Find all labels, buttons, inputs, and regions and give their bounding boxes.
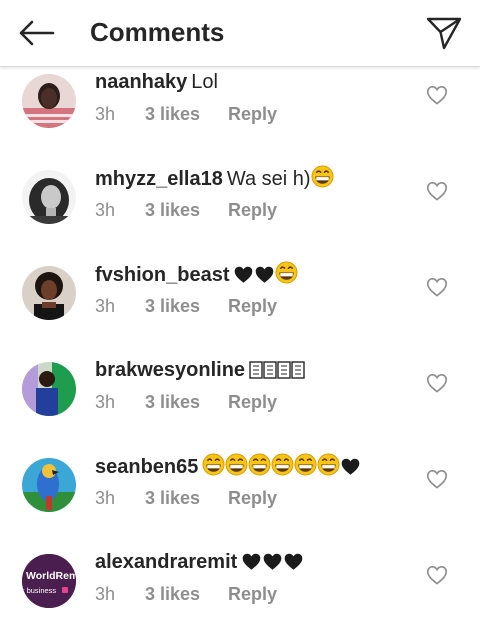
comment-item: fvshion_beast 3h 3 likes Reply: [0, 254, 480, 350]
comment-time: 3h: [95, 296, 116, 316]
like-heart-icon[interactable]: [426, 373, 448, 393]
avatar[interactable]: WorldRem r business: [22, 554, 76, 608]
comment-time: 3h: [95, 584, 116, 604]
comment-text: Lol: [191, 71, 218, 93]
page-title: Comments: [90, 17, 225, 47]
comment-time: 3h: [95, 488, 116, 508]
grin-emoji: [271, 453, 294, 483]
comment-line: mhyzz_ella18 Wa sei h): [95, 165, 334, 195]
paper-plane-icon: [426, 17, 462, 50]
comment-time: 3h: [95, 104, 116, 124]
missing-glyph: [277, 360, 291, 386]
grin-emoji: [311, 165, 334, 195]
arrow-left-icon: [19, 20, 55, 46]
comment-line: naanhaky Lol: [95, 69, 218, 95]
missing-glyph: [249, 360, 263, 386]
comment-line: seanben65: [95, 453, 361, 483]
avatar[interactable]: [22, 266, 76, 320]
avatar[interactable]: [22, 74, 76, 128]
reply-button[interactable]: Reply: [228, 103, 277, 125]
grin-emoji: [248, 453, 271, 483]
comment-item: brakwesyonline 3h 3 likes Reply: [0, 350, 480, 446]
back-button[interactable]: [12, 12, 60, 54]
avatar[interactable]: [22, 170, 76, 224]
missing-glyph: [263, 360, 277, 386]
comment-meta: 3h 3 likes Reply: [95, 103, 277, 125]
likes-count[interactable]: 3 likes: [145, 199, 228, 221]
worldremit-logo: WorldRem r business: [22, 554, 76, 608]
comment-item: seanben65 3h 3 likes Reply: [0, 446, 480, 542]
comment-item: WorldRem r business alexandraremit 3h 3 l…: [0, 542, 480, 638]
comment-list[interactable]: naanhaky Lol 3h 3 likes Reply mhyzz_ella18 W…: [0, 67, 480, 641]
username-link[interactable]: alexandraremit: [95, 551, 237, 573]
black-heart-emoji: [283, 552, 304, 578]
username-link[interactable]: naanhaky: [95, 71, 187, 93]
reply-button[interactable]: Reply: [228, 583, 277, 605]
comment-line: fvshion_beast: [95, 261, 299, 291]
comment-time: 3h: [95, 200, 116, 220]
like-heart-icon[interactable]: [426, 277, 448, 297]
reply-button[interactable]: Reply: [228, 295, 277, 317]
likes-count[interactable]: 3 likes: [145, 583, 228, 605]
top-bar: Comments: [0, 0, 480, 67]
avatar[interactable]: [22, 362, 76, 416]
comment-meta: 3h 3 likes Reply: [95, 583, 277, 605]
comment-text: Wa sei h): [226, 168, 311, 190]
black-heart-emoji: [241, 552, 262, 578]
missing-glyph: [291, 360, 305, 386]
username-link[interactable]: mhyzz_ella18: [95, 168, 223, 190]
like-heart-icon[interactable]: [426, 181, 448, 201]
like-heart-icon[interactable]: [426, 565, 448, 585]
comment-item: mhyzz_ella18 Wa sei h) 3h 3 likes Reply: [0, 158, 480, 254]
likes-count[interactable]: 3 likes: [145, 487, 228, 509]
grin-emoji: [225, 453, 248, 483]
comment-meta: 3h 3 likes Reply: [95, 295, 277, 317]
black-heart-emoji: [254, 265, 275, 291]
like-heart-icon[interactable]: [426, 469, 448, 489]
likes-count[interactable]: 3 likes: [145, 391, 228, 413]
comment-line: alexandraremit: [95, 549, 304, 578]
comment-meta: 3h 3 likes Reply: [95, 199, 277, 221]
likes-count[interactable]: 3 likes: [145, 103, 228, 125]
grin-emoji: [294, 453, 317, 483]
comment-meta: 3h 3 likes Reply: [95, 487, 277, 509]
share-button[interactable]: [422, 11, 466, 55]
grin-emoji: [317, 453, 340, 483]
comment-time: 3h: [95, 392, 116, 412]
svg-text:WorldRem: WorldRem: [26, 570, 76, 582]
comment-meta: 3h 3 likes Reply: [95, 391, 277, 413]
username-link[interactable]: fvshion_beast: [95, 264, 229, 286]
likes-count[interactable]: 3 likes: [145, 295, 228, 317]
comment-item: naanhaky Lol 3h 3 likes Reply: [0, 67, 480, 158]
like-heart-icon[interactable]: [426, 85, 448, 105]
username-link[interactable]: brakwesyonline: [95, 359, 245, 381]
black-heart-emoji: [262, 552, 283, 578]
grin-emoji: [275, 261, 299, 291]
avatar[interactable]: [22, 458, 76, 512]
reply-button[interactable]: Reply: [228, 391, 277, 413]
comment-line: brakwesyonline: [95, 357, 305, 386]
reply-button[interactable]: Reply: [228, 487, 277, 509]
black-heart-emoji: [340, 457, 361, 483]
black-heart-emoji: [233, 265, 254, 291]
grin-emoji: [202, 453, 225, 483]
username-link[interactable]: seanben65: [95, 456, 198, 478]
reply-button[interactable]: Reply: [228, 199, 277, 221]
svg-text:r business: r business: [22, 586, 56, 595]
